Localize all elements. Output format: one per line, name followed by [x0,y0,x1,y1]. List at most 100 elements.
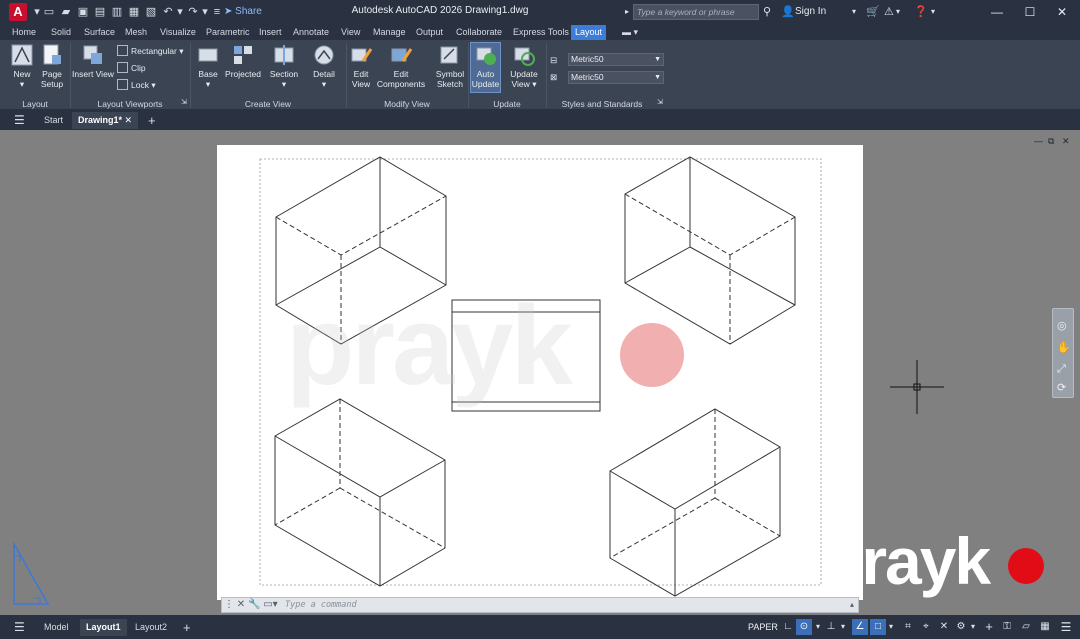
close-tab-icon[interactable]: ✕ [125,115,133,125]
tab-insert[interactable]: Insert [255,25,286,40]
layout-tab-model[interactable]: Model [38,619,75,636]
insert-view-button[interactable]: Insert View [71,43,115,79]
ortho-icon[interactable]: ⊥ [824,619,838,635]
close-button[interactable]: ✕ [1052,3,1072,21]
command-input[interactable]: Type a command [285,599,357,611]
lock-viewport-button[interactable]: Lock ▾ [117,79,156,91]
update-view-button[interactable]: Update View ▾ [507,43,541,89]
viewport-minimize-icon[interactable]: — [1034,135,1043,147]
graphics-performance-icon[interactable]: ▦ [1037,619,1053,635]
chevron-down-icon[interactable]: ▾ [969,619,977,635]
units-icon[interactable]: ⚿ [999,619,1015,635]
snap-mode-icon[interactable]: ⊙ [796,619,812,635]
tab-express-tools[interactable]: Express Tools [509,25,573,40]
clip-viewport-button[interactable]: Clip [117,62,146,74]
pan-icon[interactable]: ✋ [1057,341,1071,354]
search-expand-icon[interactable]: ▸ [625,4,629,20]
viewport-restore-icon[interactable]: ⧉ [1048,135,1054,147]
chevron-down-icon[interactable]: ▾ [887,619,895,635]
panel-label-update: Update [493,99,521,109]
tab-annotate[interactable]: Annotate [289,25,333,40]
command-history-icon[interactable]: ▴ [850,600,854,609]
brand-logo-text: prayk [823,524,991,598]
doc-tab-drawing1[interactable]: Drawing1* ✕ [72,112,139,129]
drafting-standard-icon[interactable]: ⊟ [550,54,557,66]
navigation-bar[interactable]: ◎ ✋ ⤢ ⟳ [1052,308,1074,398]
page-setup-button[interactable]: Page Setup [38,43,66,89]
tab-home[interactable]: Home [8,25,40,40]
doc-tab-start[interactable]: Start [38,112,69,129]
user-icon[interactable]: 👤 [781,4,795,20]
ribbon-display-toggle-icon[interactable]: ▬ ▾ [618,25,642,40]
section-view-button[interactable]: Section ▾ [268,43,300,89]
tab-collaborate[interactable]: Collaborate [452,25,506,40]
tab-solid[interactable]: Solid [47,25,75,40]
section-style-icon[interactable]: ⊠ [550,71,557,83]
steering-wheel-icon[interactable]: ◎ [1057,319,1067,332]
grid-icon[interactable]: ∟ [781,619,795,635]
view-style-select[interactable]: Metric50 ▼ [568,53,664,66]
annotation-monitor-icon[interactable]: + [981,619,997,635]
chevron-down-icon[interactable]: ▾ [814,619,822,635]
new-layout-button[interactable]: New ▾ [9,43,35,89]
annotation-scale-icon[interactable]: ⌖ [918,619,934,635]
tab-mesh[interactable]: Mesh [121,25,151,40]
layout-tab-layout2[interactable]: Layout2 [129,619,173,636]
object-snap-icon[interactable]: □ [870,619,886,635]
layout-tab-layout1[interactable]: Layout1 [80,619,127,636]
tab-manage[interactable]: Manage [369,25,410,40]
edit-view-button[interactable]: Edit View [347,43,375,89]
tab-output[interactable]: Output [412,25,447,40]
account-dropdown-icon[interactable]: ▾ [896,4,900,20]
edit-components-button[interactable]: Edit Components [376,43,426,89]
minimize-button[interactable]: — [987,3,1007,21]
help-dropdown-icon[interactable]: ▾ [931,4,935,20]
isolate-objects-icon[interactable]: ▱ [1018,619,1034,635]
isodraft-icon[interactable]: ∠ [852,619,868,635]
search-input[interactable]: Type a keyword or phrase [633,4,759,20]
command-customize-icon[interactable]: 🔧 [248,599,260,610]
visible-edges [609,446,781,596]
detail-view-icon [314,45,334,65]
maximize-button[interactable]: ☐ [1020,3,1040,21]
command-recent-icon[interactable]: ▭▾ [263,599,277,610]
new-tab-icon[interactable]: + [142,112,162,129]
command-grip-icon[interactable]: ⋮ [224,599,234,610]
sign-in-button[interactable]: Sign In [795,4,826,20]
page-setup-icon [43,44,61,65]
cart-icon[interactable]: 🛒 [866,4,880,20]
panel-dialog-launcher-icon[interactable]: ⇲ [657,97,663,109]
autodesk-account-icon[interactable]: ⚠ [884,4,894,20]
base-view-button[interactable]: Base ▾ [194,43,222,89]
panel-dialog-launcher-icon[interactable]: ⇲ [181,97,187,109]
ucs-icon [13,542,50,605]
customization-menu-icon[interactable]: ☰ [1058,619,1074,635]
annotation-visibility-icon[interactable]: ✕ [936,619,952,635]
chevron-down-icon: ▼ [654,56,661,63]
detail-view-button[interactable]: Detail ▾ [310,43,338,89]
auto-update-button[interactable]: Auto Update [470,42,501,93]
paper-space-toggle[interactable]: PAPER [748,619,778,635]
section-style-select[interactable]: Metric50 ▼ [568,71,664,84]
layout-tabs-menu-icon[interactable]: ☰ [8,619,31,636]
tab-surface[interactable]: Surface [80,25,119,40]
command-close-icon[interactable]: ✕ [237,599,245,610]
projected-view-button[interactable]: Projected [223,43,263,79]
tab-parametric[interactable]: Parametric [202,25,254,40]
zoom-extents-icon[interactable]: ⤢ [1057,363,1066,376]
viewport-close-icon[interactable]: ✕ [1062,135,1070,147]
help-icon[interactable]: ❓ [914,4,928,20]
new-layout-tab-icon[interactable]: + [177,619,197,636]
tab-layout[interactable]: Layout [571,25,607,40]
file-tabs-menu-icon[interactable]: ☰ [8,112,31,129]
chevron-down-icon[interactable]: ▾ [839,619,847,635]
sign-in-dropdown-icon[interactable]: ▾ [852,4,856,20]
tab-view[interactable]: View [337,25,364,40]
maximize-viewport-icon[interactable]: ⌗ [900,619,916,635]
symbol-sketch-button[interactable]: Symbol Sketch [433,43,467,89]
search-icon[interactable]: ⚲ [763,4,771,20]
workspace-gear-icon[interactable]: ⚙ [953,619,969,635]
tab-visualize[interactable]: Visualize [156,25,200,40]
orbit-icon[interactable]: ⟳ [1057,381,1066,394]
rectangular-viewport-button[interactable]: Rectangular ▾ [117,45,184,57]
